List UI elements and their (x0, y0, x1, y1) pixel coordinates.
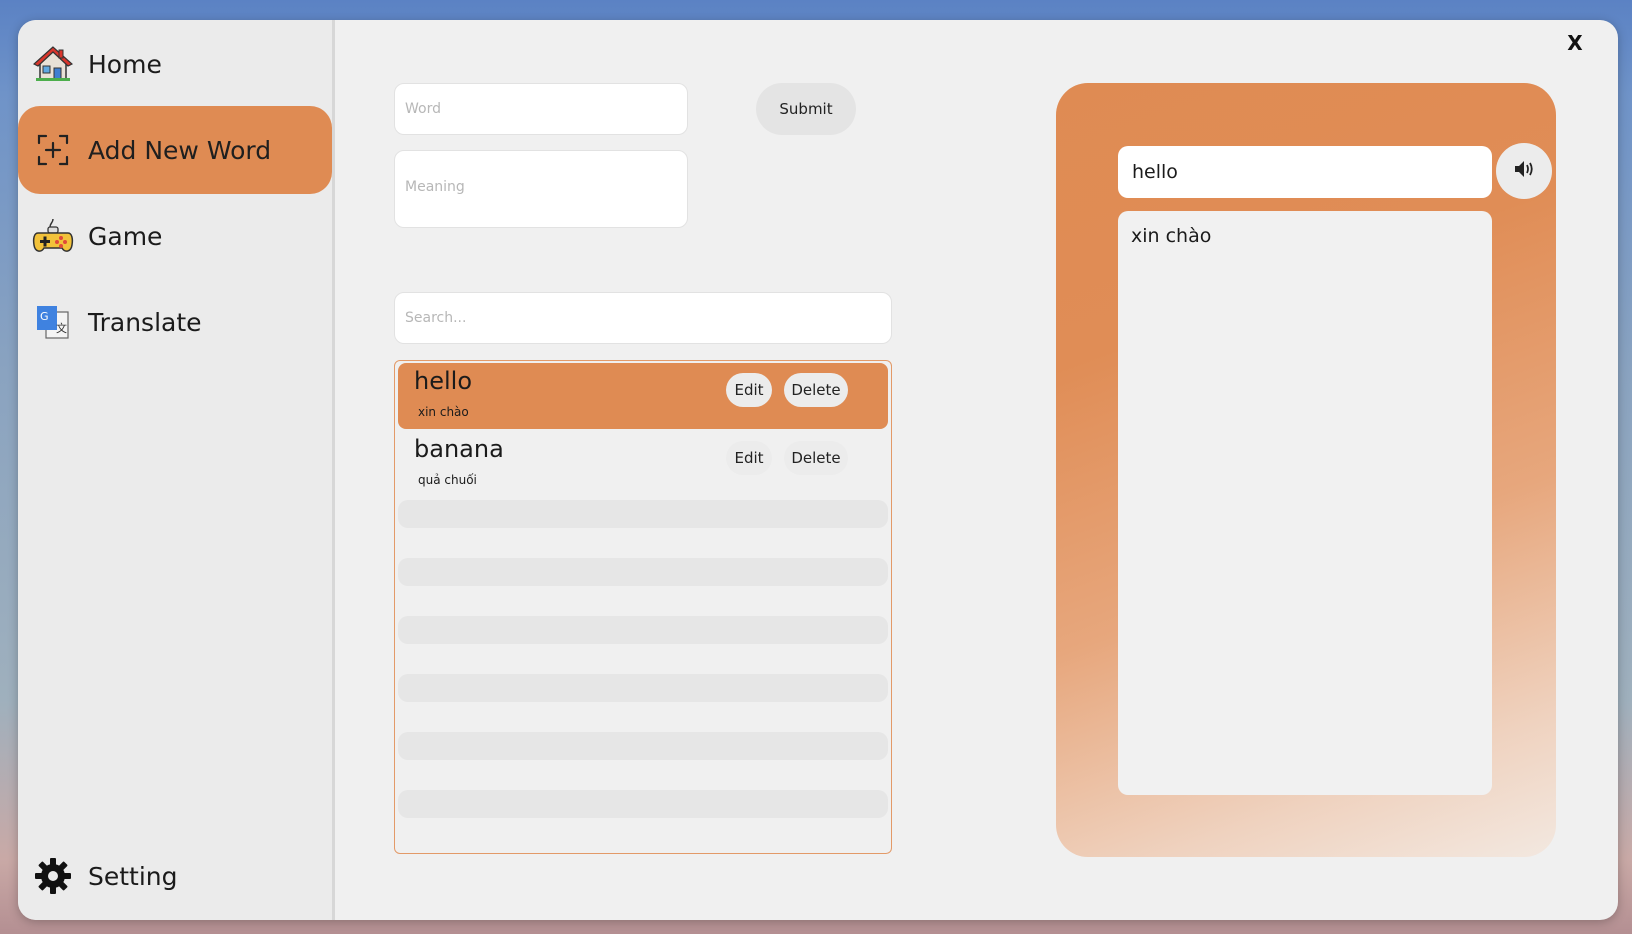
sidebar-item-label: Translate (88, 307, 202, 337)
detail-meaning: xin chào (1118, 211, 1492, 795)
sidebar-item-label: Add New Word (88, 135, 272, 165)
list-item-meaning: xin chào (418, 405, 469, 419)
speaker-icon (1513, 158, 1535, 184)
sidebar-item-label: Setting (88, 861, 178, 891)
delete-button[interactable]: Delete (784, 441, 848, 475)
svg-text:G: G (40, 310, 49, 323)
empty-list-row (398, 732, 888, 760)
pronounce-button[interactable] (1496, 143, 1552, 199)
submit-button[interactable]: Submit (756, 83, 856, 135)
gamepad-icon (32, 215, 74, 257)
sidebar-item-home[interactable]: Home (18, 20, 332, 108)
search-input[interactable] (394, 292, 892, 344)
edit-button[interactable]: Edit (726, 373, 772, 407)
meaning-input[interactable] (394, 150, 688, 228)
close-button[interactable]: X (1560, 28, 1590, 58)
sidebar: Home Add New Word Game G 文 Translate Set… (18, 20, 335, 920)
sidebar-item-add-new-word[interactable]: Add New Word (18, 106, 332, 194)
sidebar-item-translate[interactable]: G 文 Translate (18, 278, 332, 366)
empty-list-row (398, 790, 888, 818)
sidebar-item-label: Home (88, 49, 162, 79)
sidebar-item-label: Game (88, 221, 163, 251)
edit-button[interactable]: Edit (726, 441, 772, 475)
list-item-meaning: quả chuối (418, 473, 477, 487)
empty-list-row (398, 674, 888, 702)
word-input[interactable] (394, 83, 688, 135)
empty-list-row (398, 558, 888, 586)
empty-list-row (398, 616, 888, 644)
empty-list-row (398, 500, 888, 528)
word-list: hello xin chào Edit Delete banana quả ch… (394, 360, 892, 854)
word-detail-card: hello xin chào (1056, 83, 1556, 857)
svg-text:文: 文 (56, 321, 67, 335)
add-icon (32, 129, 74, 171)
app-window: Home Add New Word Game G 文 Translate Set… (18, 20, 1618, 920)
gear-icon (32, 855, 74, 897)
list-item[interactable]: hello xin chào Edit Delete (398, 363, 888, 429)
list-item[interactable]: banana quả chuối Edit Delete (398, 431, 888, 497)
list-item-word: hello (414, 367, 472, 395)
sidebar-item-setting[interactable]: Setting (18, 832, 332, 920)
detail-word: hello (1118, 146, 1492, 198)
sidebar-item-game[interactable]: Game (18, 192, 332, 280)
delete-button[interactable]: Delete (784, 373, 848, 407)
list-item-word: banana (414, 435, 504, 463)
house-icon (32, 43, 74, 85)
translate-icon: G 文 (32, 301, 74, 343)
